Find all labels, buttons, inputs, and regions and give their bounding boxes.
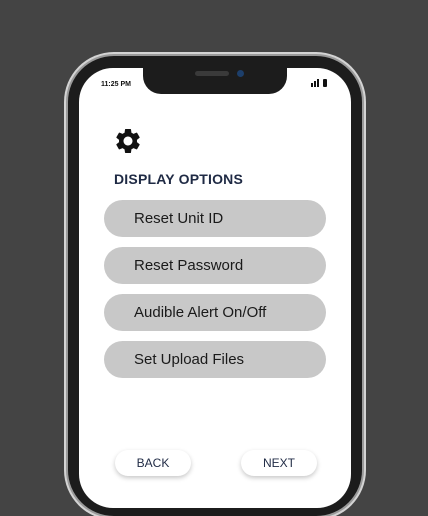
phone-screen: 11:25 PM DISPLAY OPTIONS Reset Unit ID R… bbox=[79, 68, 351, 508]
speaker bbox=[195, 71, 229, 76]
signal-icon bbox=[311, 79, 319, 87]
status-icons bbox=[311, 79, 327, 87]
page-title: DISPLAY OPTIONS bbox=[114, 171, 244, 187]
notch bbox=[143, 68, 287, 94]
battery-icon bbox=[323, 79, 327, 87]
status-time: 11:25 PM bbox=[101, 81, 131, 88]
audible-alert-toggle-button[interactable]: Audible Alert On/Off bbox=[104, 294, 326, 331]
next-button[interactable]: NEXT bbox=[241, 450, 317, 476]
set-upload-files-button[interactable]: Set Upload Files bbox=[104, 341, 326, 378]
power-button bbox=[362, 194, 366, 260]
back-button[interactable]: BACK bbox=[115, 450, 191, 476]
gear-icon[interactable] bbox=[113, 126, 143, 156]
camera bbox=[237, 70, 244, 77]
reset-unit-id-button[interactable]: Reset Unit ID bbox=[104, 200, 326, 237]
reset-password-button[interactable]: Reset Password bbox=[104, 247, 326, 284]
